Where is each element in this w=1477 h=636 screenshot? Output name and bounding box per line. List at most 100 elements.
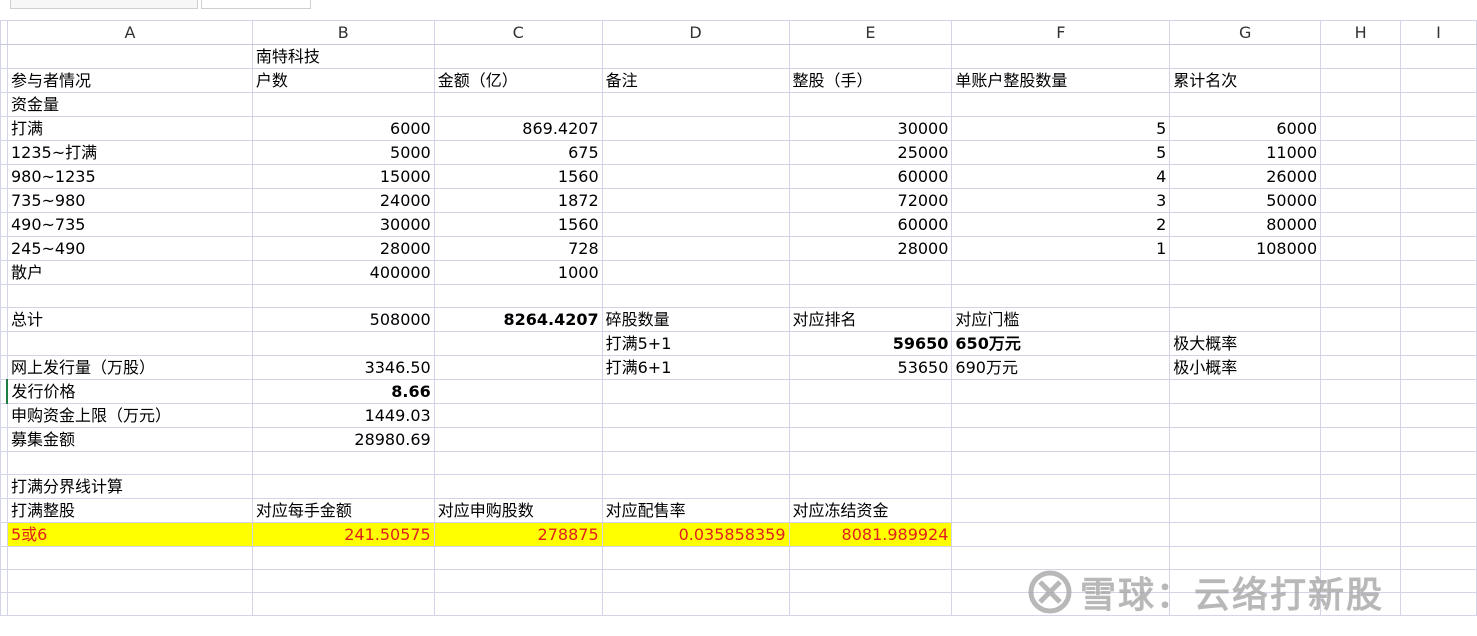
cell-a10[interactable]: 散户 bbox=[6, 260, 253, 285]
cell-e9[interactable]: 28000 bbox=[788, 236, 953, 261]
cell-b4[interactable]: 6000 bbox=[251, 116, 435, 141]
cell-h1[interactable] bbox=[1320, 44, 1402, 69]
row-gutter[interactable] bbox=[0, 307, 8, 332]
cell-c15[interactable] bbox=[433, 379, 603, 404]
cell-e12[interactable]: 对应排名 bbox=[788, 307, 953, 332]
cell-i12[interactable] bbox=[1400, 307, 1477, 332]
cell-b12[interactable]: 508000 bbox=[251, 307, 435, 332]
cell-h11[interactable] bbox=[1320, 284, 1402, 308]
cell-c12[interactable]: 8264.4207 bbox=[433, 307, 603, 332]
cell-a6[interactable]: 980~1235 bbox=[6, 164, 253, 189]
cell-g9[interactable]: 108000 bbox=[1169, 236, 1322, 261]
cell-c1[interactable] bbox=[433, 44, 603, 69]
cell-e23[interactable] bbox=[788, 569, 953, 593]
row-gutter[interactable] bbox=[0, 331, 8, 356]
cell-f6[interactable]: 4 bbox=[951, 164, 1171, 189]
row-gutter[interactable] bbox=[0, 355, 8, 380]
cell-h7[interactable] bbox=[1320, 188, 1402, 213]
cell-a5[interactable]: 1235~打满 bbox=[6, 140, 253, 165]
row-gutter[interactable] bbox=[0, 284, 8, 308]
column-header-d[interactable]: D bbox=[601, 20, 790, 45]
cell-e10[interactable] bbox=[788, 260, 953, 285]
cell-i8[interactable] bbox=[1400, 212, 1477, 237]
column-header-a[interactable]: A bbox=[6, 20, 253, 45]
cell-c17[interactable] bbox=[433, 427, 603, 452]
cell-d17[interactable] bbox=[601, 427, 790, 452]
column-header-f[interactable]: F bbox=[951, 20, 1171, 45]
cell-a17[interactable]: 募集金额 bbox=[6, 427, 253, 452]
cell-f11[interactable] bbox=[951, 284, 1171, 308]
cell-e4[interactable]: 30000 bbox=[788, 116, 953, 141]
cell-d4[interactable] bbox=[601, 116, 790, 141]
cell-f19[interactable] bbox=[951, 474, 1171, 499]
cell-i14[interactable] bbox=[1400, 355, 1477, 380]
cell-d18[interactable] bbox=[601, 451, 790, 475]
cell-d16[interactable] bbox=[601, 403, 790, 428]
cell-c11[interactable] bbox=[433, 284, 603, 308]
cell-a21[interactable]: 5或6 bbox=[6, 522, 253, 547]
cell-c7[interactable]: 1872 bbox=[433, 188, 603, 213]
cell-a15[interactable]: 发行价格 bbox=[6, 379, 253, 404]
row-gutter[interactable] bbox=[0, 188, 8, 213]
cell-g5[interactable]: 11000 bbox=[1169, 140, 1322, 165]
cell-f17[interactable] bbox=[951, 427, 1171, 452]
cell-c3[interactable] bbox=[433, 92, 603, 117]
cell-a19[interactable]: 打满分界线计算 bbox=[6, 474, 253, 499]
cell-f20[interactable] bbox=[951, 498, 1171, 523]
cell-h19[interactable] bbox=[1320, 474, 1402, 499]
cell-g7[interactable]: 50000 bbox=[1169, 188, 1322, 213]
cell-b15[interactable]: 8.66 bbox=[251, 379, 435, 404]
cell-f8[interactable]: 2 bbox=[951, 212, 1171, 237]
cell-e3[interactable] bbox=[788, 92, 953, 117]
cell-e16[interactable] bbox=[788, 403, 953, 428]
column-header-g[interactable]: G bbox=[1169, 20, 1322, 45]
cell-e19[interactable] bbox=[788, 474, 953, 499]
sheet-tab-active[interactable] bbox=[201, 0, 311, 9]
cell-g12[interactable] bbox=[1169, 307, 1322, 332]
cell-i21[interactable] bbox=[1400, 522, 1477, 547]
cell-b14[interactable]: 3346.50 bbox=[251, 355, 435, 380]
cell-e13[interactable]: 59650 bbox=[788, 331, 953, 356]
column-header-c[interactable]: C bbox=[433, 20, 603, 45]
cell-g6[interactable]: 26000 bbox=[1169, 164, 1322, 189]
cell-b20[interactable]: 对应每手金额 bbox=[251, 498, 435, 523]
cell-b19[interactable] bbox=[251, 474, 435, 499]
cell-b2[interactable]: 户数 bbox=[251, 68, 435, 93]
cell-b13[interactable] bbox=[251, 331, 435, 356]
cell-c24[interactable] bbox=[433, 592, 603, 616]
cell-f1[interactable] bbox=[951, 44, 1171, 69]
row-gutter[interactable] bbox=[0, 116, 8, 141]
cell-a12[interactable]: 总计 bbox=[6, 307, 253, 332]
cell-b9[interactable]: 28000 bbox=[251, 236, 435, 261]
cell-i1[interactable] bbox=[1400, 44, 1477, 69]
row-gutter[interactable] bbox=[0, 68, 8, 93]
row-gutter[interactable] bbox=[0, 546, 8, 570]
cell-b6[interactable]: 15000 bbox=[251, 164, 435, 189]
cell-d21[interactable]: 0.035858359 bbox=[601, 522, 790, 547]
row-gutter[interactable] bbox=[0, 569, 8, 593]
cell-i5[interactable] bbox=[1400, 140, 1477, 165]
cell-a13[interactable] bbox=[6, 331, 253, 356]
cell-f13[interactable]: 650万元 bbox=[951, 331, 1171, 356]
cell-a22[interactable] bbox=[6, 546, 253, 570]
cell-i24[interactable] bbox=[1400, 592, 1477, 616]
cell-i17[interactable] bbox=[1400, 427, 1477, 452]
cell-h6[interactable] bbox=[1320, 164, 1402, 189]
cell-h10[interactable] bbox=[1320, 260, 1402, 285]
cell-a7[interactable]: 735~980 bbox=[6, 188, 253, 213]
cell-f4[interactable]: 5 bbox=[951, 116, 1171, 141]
cell-e15[interactable] bbox=[788, 379, 953, 404]
cell-h4[interactable] bbox=[1320, 116, 1402, 141]
cell-b5[interactable]: 5000 bbox=[251, 140, 435, 165]
cell-a1[interactable] bbox=[6, 44, 253, 69]
cell-f5[interactable]: 5 bbox=[951, 140, 1171, 165]
cell-e21[interactable]: 8081.989924 bbox=[788, 522, 953, 547]
cell-d14[interactable]: 打满6+1 bbox=[601, 355, 790, 380]
cell-b16[interactable]: 1449.03 bbox=[251, 403, 435, 428]
cell-a11[interactable] bbox=[6, 284, 253, 308]
cell-f21[interactable] bbox=[951, 522, 1171, 547]
cell-c20[interactable]: 对应申购股数 bbox=[433, 498, 603, 523]
cell-f2[interactable]: 单账户整股数量 bbox=[951, 68, 1171, 93]
cell-i3[interactable] bbox=[1400, 92, 1477, 117]
cell-d6[interactable] bbox=[601, 164, 790, 189]
